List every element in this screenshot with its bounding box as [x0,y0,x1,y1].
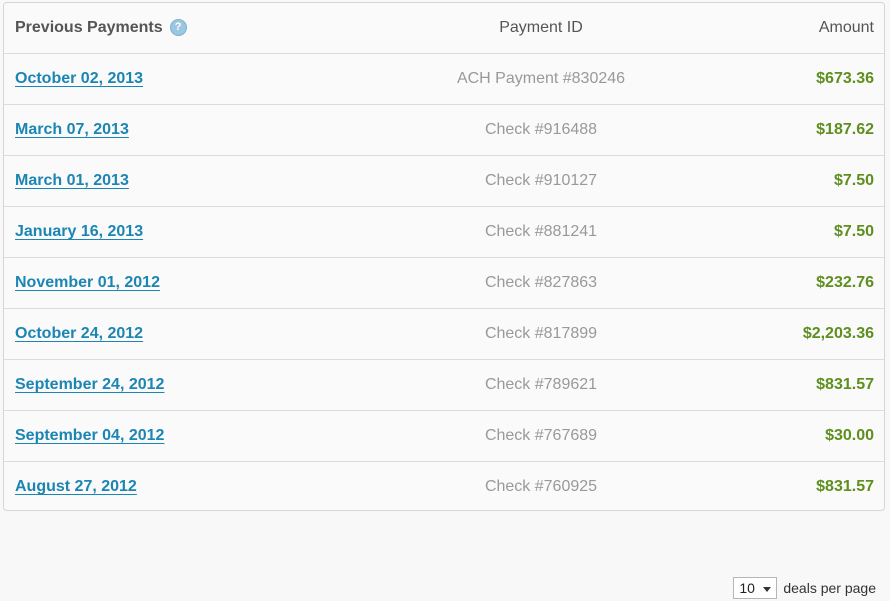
table-title: Previous Payments [15,19,163,36]
payment-date-link[interactable]: September 24, 2012 [15,376,164,393]
table-row: October 24, 2012 Check #817899 $2,203.36 [4,309,884,360]
payment-id: Check #910127 [484,172,598,189]
payment-date-link[interactable]: January 16, 2013 [15,223,143,240]
payment-amount: $831.57 [816,478,874,495]
per-page-value: 10 [739,580,755,596]
payment-id: Check #916488 [484,121,598,138]
table-row: August 27, 2012 Check #760925 $831.57 [4,462,884,510]
payment-id: Check #760925 [484,478,598,495]
header-previous-payments: Previous Payments? [15,3,187,53]
header-amount: Amount [818,19,874,36]
payment-amount: $30.00 [825,427,874,444]
pagination-controls: 10 deals per page [733,577,876,599]
previous-payments-table: Previous Payments? Payment ID Amount Oct… [3,2,885,511]
payment-date-link[interactable]: August 27, 2012 [15,478,137,495]
per-page-label: deals per page [783,580,876,596]
payment-date-link[interactable]: November 01, 2012 [15,274,160,291]
table-header: Previous Payments? Payment ID Amount [4,3,884,54]
payment-amount: $232.76 [816,274,874,291]
payment-id: Check #827863 [484,274,598,291]
payment-amount: $2,203.36 [802,325,874,342]
payment-amount: $831.57 [816,376,874,393]
table-row: January 16, 2013 Check #881241 $7.50 [4,207,884,258]
header-payment-id: Payment ID [499,19,583,36]
table-row: October 02, 2013 ACH Payment #830246 $67… [4,54,884,105]
payment-id: Check #881241 [484,223,598,240]
payment-id: Check #789621 [484,376,598,393]
payment-id: Check #817899 [484,325,598,342]
table-row: November 01, 2012 Check #827863 $232.76 [4,258,884,309]
payment-date-link[interactable]: March 01, 2013 [15,172,129,189]
payment-id: ACH Payment #830246 [456,70,626,87]
payment-date-link[interactable]: March 07, 2013 [15,121,129,138]
payment-id: Check #767689 [484,427,598,444]
payment-amount: $187.62 [816,121,874,138]
chevron-down-icon [763,587,772,592]
table-row: September 04, 2012 Check #767689 $30.00 [4,411,884,462]
help-icon[interactable]: ? [169,19,187,36]
payment-date-link[interactable]: October 02, 2013 [15,70,143,87]
table-row: March 07, 2013 Check #916488 $187.62 [4,105,884,156]
payment-amount: $7.50 [833,223,874,240]
payment-amount: $7.50 [833,172,874,189]
per-page-select[interactable]: 10 [733,577,778,599]
table-row: September 24, 2012 Check #789621 $831.57 [4,360,884,411]
payment-date-link[interactable]: September 04, 2012 [15,427,164,444]
payment-date-link[interactable]: October 24, 2012 [15,325,143,342]
payment-amount: $673.36 [816,70,874,87]
table-row: March 01, 2013 Check #910127 $7.50 [4,156,884,207]
